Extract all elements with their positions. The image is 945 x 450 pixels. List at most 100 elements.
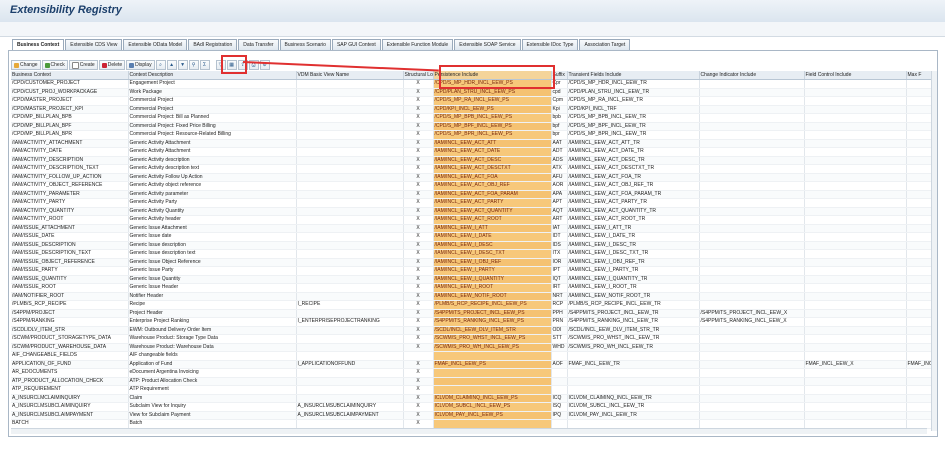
table-cell: Generic Activity description text <box>128 164 297 174</box>
table-row[interactable]: /IAM/ISSUE_ATTACHMENT Generic Issue Attac… <box>11 224 934 233</box>
tab-business-scenario[interactable]: Business Scenario <box>279 39 331 50</box>
table-cell <box>296 198 404 208</box>
table-cell: X <box>403 130 434 140</box>
table-row[interactable]: BATCH Batch X <box>11 419 934 429</box>
table-row[interactable]: /IAM/ISSUE_QUANTITY Generic Issue Quantit… <box>11 275 934 284</box>
table-row[interactable]: A_INSURCLMCLAIMINQUIRY Claim X ICLVDM_CLAIM… <box>11 394 934 403</box>
tab-extensible-function-module[interactable]: Extensible Function Module <box>381 39 454 50</box>
table-row[interactable]: /IAM/ISSUE_DATE Generic Issue date X/IAM/I… <box>11 232 934 242</box>
table-row[interactable]: /SCWM/PRODUCT_WAREHOUSE_DATA Warehouse Pr… <box>11 343 934 352</box>
column-header[interactable]: Structural Logic <box>403 71 434 80</box>
display-button[interactable]: Display <box>126 60 155 70</box>
column-header[interactable]: Change Indicator Include <box>699 71 805 80</box>
table-cell <box>699 419 805 429</box>
table-cell: Generic Activity object reference <box>128 181 297 191</box>
table-cell: /IAM/INCL_EEW_I_ATT <box>433 224 552 233</box>
tab-data-transfer[interactable]: Data Transfer <box>238 39 279 50</box>
table-cell: Enterprise Project Ranking <box>128 317 297 327</box>
table-row[interactable]: /IAM/ACTIVITY_ROOT Generic Activity heade… <box>11 215 934 225</box>
table-cell <box>906 419 934 429</box>
column-header[interactable]: Transient Fields Include <box>567 71 700 80</box>
table-cell: ATP: Product Allocation Check <box>128 377 297 386</box>
change-button[interactable]: Change <box>11 60 41 70</box>
table-row[interactable]: /IAM/NOTIFIER_ROOT Notifier Header X/IAM/I… <box>11 292 934 301</box>
table-row[interactable]: /CPD/MASTER_PROJECT Commercial Project X/C… <box>11 96 934 106</box>
tab-extensible-idoc-type[interactable]: Extensible IDoc Type <box>521 39 579 50</box>
table-row[interactable]: /IAM/ISSUE_OBJECT_REFERENCE Generic Issue… <box>11 258 934 267</box>
zoom-icon[interactable]: ⌕ <box>155 60 166 70</box>
column-header[interactable]: Business Context <box>11 71 129 80</box>
tab-sap-gui-context[interactable]: SAP GUI Context <box>331 39 381 50</box>
table-cell: Generic Issue description text <box>128 249 297 259</box>
table-row[interactable]: /IAM/ISSUE_DESCRIPTION_TEXT Generic Issue… <box>11 249 934 259</box>
table-cell: /SCDL/INCL_EEW_DLV_ITEM_STR_TR <box>567 326 700 335</box>
table-row[interactable]: APPLICATION_OF_FUND Application of Fund I_… <box>11 360 934 369</box>
table-cell: IOR <box>551 258 568 267</box>
table-row[interactable]: A_INSURCLMSUBCLAIMPAYMENT View for Subcla… <box>11 411 934 420</box>
sort-descending-icon[interactable]: ▼ <box>177 60 188 70</box>
delete-button[interactable]: Delete <box>98 60 126 70</box>
table-cell <box>296 292 404 301</box>
column-header[interactable]: Context Description <box>128 71 297 80</box>
tab-badi-registration[interactable]: BAdI Registration <box>188 39 238 50</box>
table-row[interactable]: /S4PPM/RANKING Enterprise Project Ranking… <box>11 317 934 327</box>
find-icon[interactable]: ⚲ <box>188 60 199 70</box>
column-header[interactable]: Max F <box>906 71 934 80</box>
table-row[interactable]: /IAM/ISSUE_ROOT Generic Issue Header X/IAM… <box>11 283 934 293</box>
table-cell <box>906 96 934 106</box>
table-row[interactable]: /IAM/ACTIVITY_QUANTITY Generic Activity Q… <box>11 207 934 216</box>
table-cell: bpf <box>551 122 568 131</box>
table-row[interactable]: /IAM/ACTIVITY_FOLLOW_UP_ACTION Generic Ac… <box>11 173 934 182</box>
table-cell: Generic Activity Follow Up Action <box>128 173 297 182</box>
sort-ascending-icon[interactable]: ▲ <box>166 60 177 70</box>
table-row[interactable]: /CPD/MP_BILLPLAN_BPF Commercial Project: … <box>11 122 934 131</box>
table-row[interactable]: /CPD/MP_BILLPLAN_BPB Commercial Project: … <box>11 113 934 123</box>
table-row[interactable]: /S4PPM/PROJECT Project Header X/S4PPM/TS_P… <box>11 309 934 318</box>
tab-extensible-odata-model[interactable]: Extensible OData Model <box>123 39 188 50</box>
table-cell <box>906 130 934 140</box>
table-cell: IQT <box>551 275 568 284</box>
table-row[interactable]: ATP_PRODUCT_ALLOCATION_CHECK ATP: Product… <box>11 377 934 386</box>
table-cell <box>296 343 404 352</box>
table-row[interactable]: A_INSURCLMSUBCLAIMINQUIRY Subclaim View f… <box>11 402 934 412</box>
table-cell: ODI <box>551 326 568 335</box>
column-header[interactable]: VDM Basic View Name <box>296 71 404 80</box>
table-row[interactable]: /IAM/ACTIVITY_DATE Generic Activity Attac… <box>11 147 934 157</box>
table-row[interactable]: /CPD/CUST_PROJ_WORKPACKAGE Work Package X /… <box>11 88 934 97</box>
table-cell: Generic Activity parameter <box>128 190 297 199</box>
horizontal-scrollbar[interactable] <box>11 428 927 434</box>
table-row[interactable]: /CPD/MP_BILLPLAN_BPR Commercial Project: … <box>11 130 934 140</box>
table-row[interactable]: AIF_CHANGEABLE_FIELDS AIF changeable fiel… <box>11 351 934 361</box>
table-row[interactable]: /IAM/ACTIVITY_ATTACHMENT Generic Activity… <box>11 139 934 148</box>
table-row[interactable]: /SCDL/DLV_ITEM_STR EWM: Outbound Delivery… <box>11 326 934 335</box>
table-row[interactable]: /IAM/ISSUE_DESCRIPTION Generic Issue desc… <box>11 241 934 250</box>
table-cell <box>433 368 552 378</box>
table-cell: I_ENTERPRISEPROJECTRANKING <box>296 317 404 327</box>
table-row[interactable]: /IAM/ACTIVITY_PARTY Generic Activity Part… <box>11 198 934 208</box>
table-cell <box>296 377 404 386</box>
table-row[interactable]: /IAM/ACTIVITY_OBJECT_REFERENCE Generic Ac… <box>11 181 934 191</box>
table-row[interactable]: /IAM/ACTIVITY_DESCRIPTION_TEXT Generic Ac… <box>11 164 934 174</box>
table-row[interactable]: /IAM/ACTIVITY_DESCRIPTION Generic Activit… <box>11 156 934 165</box>
table-row[interactable]: /CPD/MASTER_PROJECT_KPI Commercial Projec… <box>11 105 934 114</box>
table-row[interactable]: /IAM/ISSUE_PARTY Generic Issue Party X/IAM… <box>11 266 934 276</box>
table-cell <box>567 377 700 386</box>
table-row[interactable]: /PLMB/S_RCP_RECIPE Recipe I_RECIPE X/PLMB/S… <box>11 300 934 310</box>
tab-association-target[interactable]: Association Target <box>579 39 631 50</box>
create-button[interactable]: Create <box>68 60 98 70</box>
table-cell: /IAM/ISSUE_DESCRIPTION_TEXT <box>11 249 129 259</box>
tab-extensible-cds-view[interactable]: Extensible CDS View <box>65 39 123 50</box>
vertical-scrollbar[interactable] <box>931 71 937 431</box>
sum-icon[interactable]: Σ <box>199 60 210 70</box>
tab-extensible-soap-service[interactable]: Extensible SOAP Service <box>454 39 521 50</box>
table-row[interactable]: ATP_REQUIREMENT ATP Requirement X <box>11 385 934 395</box>
delete-icon <box>101 62 107 68</box>
check-icon <box>44 62 50 68</box>
table-row[interactable]: /IAM/ACTIVITY_PARAMETER Generic Activity … <box>11 190 934 199</box>
table-row[interactable]: /SCWM/PRODUCT_STORAGETYPE_DATA Warehouse … <box>11 334 934 344</box>
check-button[interactable]: Check <box>41 60 68 70</box>
table-row[interactable]: AR_EDOCUMENTS eDocument Argentina Invoici… <box>11 368 934 378</box>
table-cell <box>906 139 934 148</box>
table-cell: Generic Activity Quantity <box>128 207 297 216</box>
column-header[interactable]: Field Control Include <box>804 71 907 80</box>
